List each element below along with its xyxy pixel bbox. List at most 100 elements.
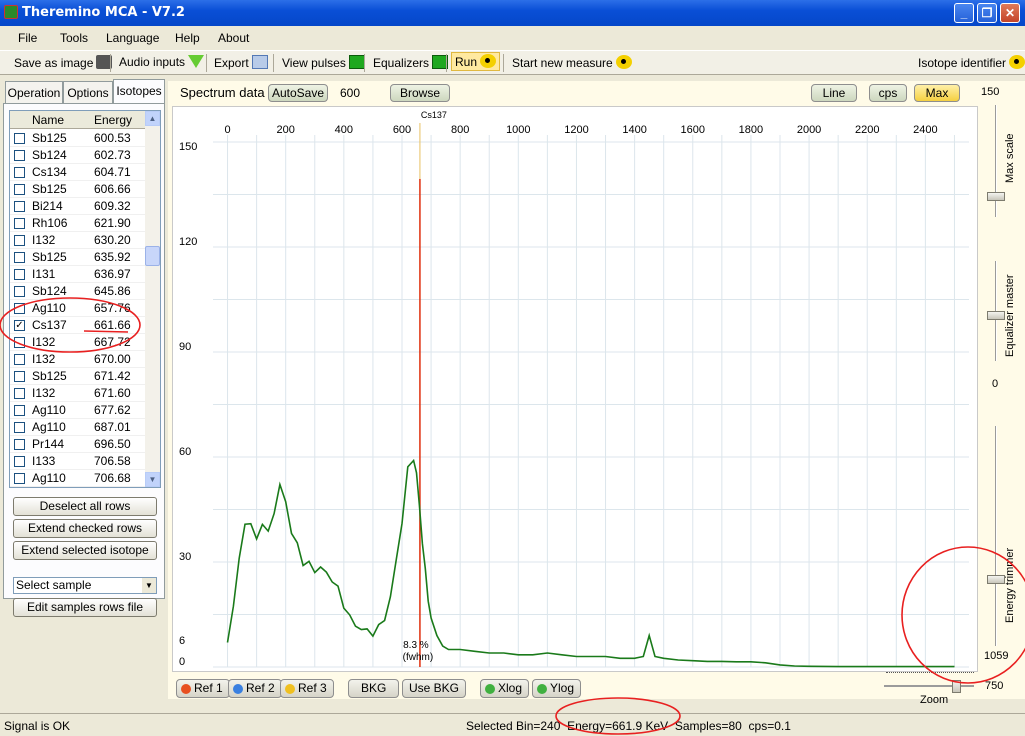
maximize-button[interactable]: ❐	[977, 3, 997, 23]
row-checkbox[interactable]	[14, 235, 25, 246]
table-row[interactable]: I132 670.00	[10, 351, 145, 368]
row-checkbox[interactable]	[14, 252, 25, 263]
edit-samples-button[interactable]: Edit samples rows file	[13, 598, 157, 617]
row-checkbox[interactable]: ✓	[14, 320, 25, 331]
table-row[interactable]: Bi214 609.32	[10, 198, 145, 215]
table-row[interactable]: Sb124 645.86	[10, 283, 145, 300]
row-checkbox[interactable]	[14, 167, 25, 178]
column-energy[interactable]: Energy	[94, 113, 132, 127]
row-checkbox[interactable]	[14, 439, 25, 450]
row-checkbox[interactable]	[14, 201, 25, 212]
max-scale-value[interactable]: 150	[981, 86, 999, 98]
deselect-all-button[interactable]: Deselect all rows	[13, 497, 157, 516]
table-scrollbar[interactable]: ▲ ▼	[145, 111, 160, 487]
scroll-down-icon[interactable]: ▼	[145, 472, 160, 487]
ref2-dot-icon	[233, 684, 243, 694]
table-row[interactable]: Ag110 657.76	[10, 300, 145, 317]
export-button[interactable]: Export	[214, 55, 268, 70]
row-checkbox[interactable]	[14, 184, 25, 195]
use-bkg-button[interactable]: Use BKG	[402, 679, 467, 698]
table-row[interactable]: Cs134 604.71	[10, 164, 145, 181]
isotope-identifier-button[interactable]: Isotope identifier	[918, 55, 1025, 70]
equalizer-value[interactable]: 0	[992, 378, 998, 390]
row-checkbox[interactable]	[14, 388, 25, 399]
row-checkbox[interactable]	[14, 371, 25, 382]
ref2-button[interactable]: Ref 2	[228, 679, 282, 698]
minimize-button[interactable]: _	[954, 3, 974, 23]
menu-tools[interactable]: Tools	[60, 31, 88, 45]
energy-trimmer-track[interactable]	[995, 426, 997, 646]
table-row[interactable]: I132 667.72	[10, 334, 145, 351]
table-row[interactable]: Rh106 621.90	[10, 215, 145, 232]
run-button[interactable]: Run	[451, 52, 501, 71]
table-row[interactable]: Ag110 687.01	[10, 419, 145, 436]
extend-selected-button[interactable]: Extend selected isotope	[13, 541, 157, 560]
table-row[interactable]: Sb125 671.42	[10, 368, 145, 385]
row-checkbox[interactable]	[14, 422, 25, 433]
max-scale-thumb[interactable]	[987, 192, 1005, 201]
table-row[interactable]: ✓ Cs137 661.66	[10, 317, 145, 334]
row-checkbox[interactable]	[14, 337, 25, 348]
extend-checked-button[interactable]: Extend checked rows	[13, 519, 157, 538]
table-row[interactable]: Pr144 696.50	[10, 436, 145, 453]
bkg-button[interactable]: BKG	[348, 679, 400, 698]
browse-button[interactable]: Browse	[390, 84, 450, 102]
row-checkbox[interactable]	[14, 354, 25, 365]
energy-trimmer-thumb[interactable]	[987, 575, 1005, 584]
row-checkbox[interactable]	[14, 269, 25, 280]
equalizer-thumb[interactable]	[987, 311, 1005, 320]
max-button[interactable]: Max	[914, 84, 960, 102]
select-sample-dropdown[interactable]: Select sample ▼	[13, 577, 157, 594]
xlog-button[interactable]: Xlog	[480, 679, 530, 698]
menu-file[interactable]: File	[18, 31, 37, 45]
tab-options[interactable]: Options	[63, 81, 113, 103]
zoom-value[interactable]: 750	[985, 680, 1003, 692]
table-row[interactable]: I132 630.20	[10, 232, 145, 249]
view-pulses-button[interactable]: View pulses	[282, 55, 365, 70]
row-checkbox[interactable]	[14, 303, 25, 314]
autosave-value[interactable]: 600	[340, 86, 360, 100]
table-row[interactable]: Sb125 606.66	[10, 181, 145, 198]
scroll-thumb[interactable]	[145, 246, 160, 266]
row-name: I133	[32, 454, 56, 468]
close-button[interactable]: ✕	[1000, 3, 1020, 23]
row-checkbox[interactable]	[14, 286, 25, 297]
scroll-up-icon[interactable]: ▲	[145, 111, 160, 126]
run-label: Run	[455, 55, 478, 69]
table-row[interactable]: I133 706.58	[10, 453, 145, 470]
save-image-button[interactable]: Save as image	[14, 55, 113, 70]
row-checkbox[interactable]	[14, 150, 25, 161]
energy-trimmer-value[interactable]: 1059	[984, 650, 1008, 662]
equalizers-button[interactable]: Equalizers	[373, 55, 449, 70]
menu-about[interactable]: About	[218, 31, 249, 45]
table-row[interactable]: Ag110 706.68	[10, 470, 145, 487]
zoom-thumb[interactable]	[952, 680, 961, 693]
chevron-down-icon[interactable]: ▼	[142, 578, 156, 593]
table-row[interactable]: I131 636.97	[10, 266, 145, 283]
row-checkbox[interactable]	[14, 218, 25, 229]
autosave-button[interactable]: AutoSave	[268, 84, 328, 102]
menu-help[interactable]: Help	[175, 31, 200, 45]
table-row[interactable]: I132 671.60	[10, 385, 145, 402]
column-name[interactable]: Name	[32, 113, 64, 127]
table-row[interactable]: Sb125 635.92	[10, 249, 145, 266]
line-button[interactable]: Line	[811, 84, 857, 102]
menu-language[interactable]: Language	[106, 31, 159, 45]
ref1-button[interactable]: Ref 1	[176, 679, 230, 698]
ref3-button[interactable]: Ref 3	[280, 679, 334, 698]
spectrum-chart[interactable]: 0 200 400 600 800 1000 1200 1400 1600 1800 2000 220…	[172, 106, 978, 672]
table-row[interactable]: Sb124 602.73	[10, 147, 145, 164]
row-checkbox[interactable]	[14, 405, 25, 416]
start-new-measure-button[interactable]: Start new measure	[512, 55, 632, 70]
audio-inputs-button[interactable]: Audio inputs	[119, 55, 205, 69]
table-row[interactable]: Sb125 600.53	[10, 130, 145, 147]
row-checkbox[interactable]	[14, 133, 25, 144]
row-checkbox[interactable]	[14, 456, 25, 467]
tab-operation[interactable]: Operation	[5, 81, 63, 103]
row-checkbox[interactable]	[14, 473, 25, 484]
ylog-button[interactable]: Ylog	[532, 679, 582, 698]
tab-isotopes[interactable]: Isotopes	[113, 79, 165, 103]
table-row[interactable]: Ag110 677.62	[10, 402, 145, 419]
spectrum-panel: Spectrum data AutoSave 600 Browse Line c…	[168, 81, 980, 706]
cps-button[interactable]: cps	[869, 84, 907, 102]
